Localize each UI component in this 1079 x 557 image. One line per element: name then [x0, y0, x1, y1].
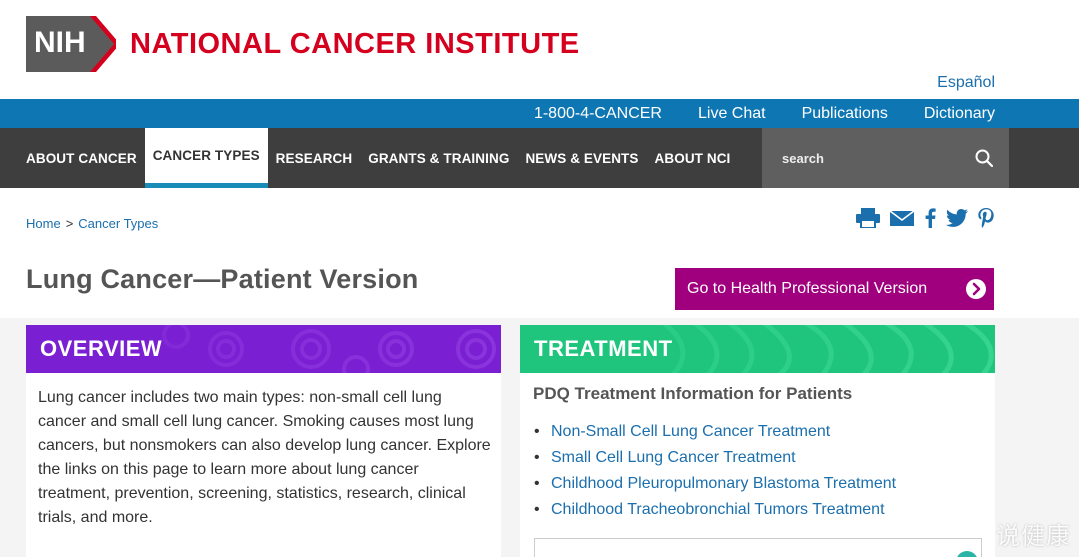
overview-card-header: OVERVIEW	[26, 325, 501, 373]
subsection-toggle-icon[interactable]	[956, 551, 978, 557]
main-navigation: ABOUT CANCER CANCER TYPES RESEARCH GRANT…	[0, 128, 1079, 188]
twitter-icon[interactable]	[946, 209, 968, 232]
nav-item-cancer-types[interactable]: CANCER TYPES	[144, 128, 268, 188]
hp-button-label: Go to Health Professional Version	[687, 280, 928, 297]
dictionary-link[interactable]: Dictionary	[924, 105, 995, 123]
nav-item-grants-training[interactable]: GRANTS & TRAINING	[360, 128, 517, 188]
share-icons	[856, 208, 994, 233]
treatment-link-tracheobronchial-tumors[interactable]: Childhood Tracheobronchial Tumors Treatm…	[534, 497, 896, 523]
language-link-espanol[interactable]: Español	[937, 74, 995, 92]
page-title: Lung Cancer—Patient Version	[26, 264, 419, 294]
search-box	[762, 128, 1009, 188]
watermark: 说健康	[996, 523, 1071, 550]
treatment-link-non-small-cell[interactable]: Non-Small Cell Lung Cancer Treatment	[534, 419, 896, 445]
chevron-right-icon	[966, 279, 986, 299]
treatment-link-pleuropulmonary-blastoma[interactable]: Childhood Pleuropulmonary Blastoma Treat…	[534, 471, 896, 497]
breadcrumb: Home > Cancer Types	[26, 216, 158, 231]
search-input[interactable]	[762, 128, 972, 188]
treatment-card-header: TREATMENT	[520, 325, 995, 373]
live-chat-link[interactable]: Live Chat	[698, 105, 766, 123]
nih-logo-mark: NIH	[26, 16, 116, 72]
facebook-icon[interactable]	[924, 208, 936, 233]
nav-item-research[interactable]: RESEARCH	[268, 128, 361, 188]
treatment-heading: TREATMENT	[534, 336, 673, 361]
page: NIH NATIONAL CANCER INSTITUTE Español 1-…	[0, 0, 1079, 557]
print-icon[interactable]	[856, 208, 880, 233]
health-professional-version-button[interactable]: Go to Health Professional Version	[675, 268, 994, 310]
pdq-treatment-title: PDQ Treatment Information for Patients	[533, 384, 853, 403]
pinterest-icon[interactable]	[978, 208, 994, 233]
overview-text: Lung cancer includes two main types: non…	[38, 389, 491, 526]
nci-logo[interactable]: NIH NATIONAL CANCER INSTITUTE	[26, 16, 580, 72]
breadcrumb-home[interactable]: Home	[26, 216, 61, 231]
treatment-card: TREATMENT PDQ Treatment Information for …	[520, 325, 995, 557]
treatment-link-small-cell[interactable]: Small Cell Lung Cancer Treatment	[534, 445, 896, 471]
overview-card: OVERVIEW Lung cancer includes two main t…	[26, 325, 501, 557]
nav-item-news-events[interactable]: NEWS & EVENTS	[517, 128, 646, 188]
search-icon[interactable]	[975, 149, 994, 168]
overview-heading: OVERVIEW	[40, 336, 163, 361]
breadcrumb-cancer-types[interactable]: Cancer Types	[78, 216, 158, 231]
treatment-subsection-box	[534, 538, 982, 557]
treatment-links-list: Non-Small Cell Lung Cancer Treatment Sma…	[534, 419, 896, 523]
utility-bar: 1-800-4-CANCER Live Chat Publications Di…	[0, 99, 1079, 128]
nih-logo-text: NIH	[34, 26, 86, 59]
phone-link[interactable]: 1-800-4-CANCER	[534, 105, 662, 123]
nav-item-about-nci[interactable]: ABOUT NCI	[647, 128, 739, 188]
publications-link[interactable]: Publications	[802, 105, 888, 123]
nav-item-about-cancer[interactable]: ABOUT CANCER	[18, 128, 145, 188]
site-header: NIH NATIONAL CANCER INSTITUTE Español	[0, 0, 1079, 99]
breadcrumb-separator: >	[65, 216, 74, 231]
nav-items: ABOUT CANCER CANCER TYPES RESEARCH GRANT…	[18, 128, 738, 188]
institute-name: NATIONAL CANCER INSTITUTE	[130, 27, 580, 60]
email-icon[interactable]	[889, 209, 915, 232]
utility-links: 1-800-4-CANCER Live Chat Publications Di…	[534, 99, 995, 128]
